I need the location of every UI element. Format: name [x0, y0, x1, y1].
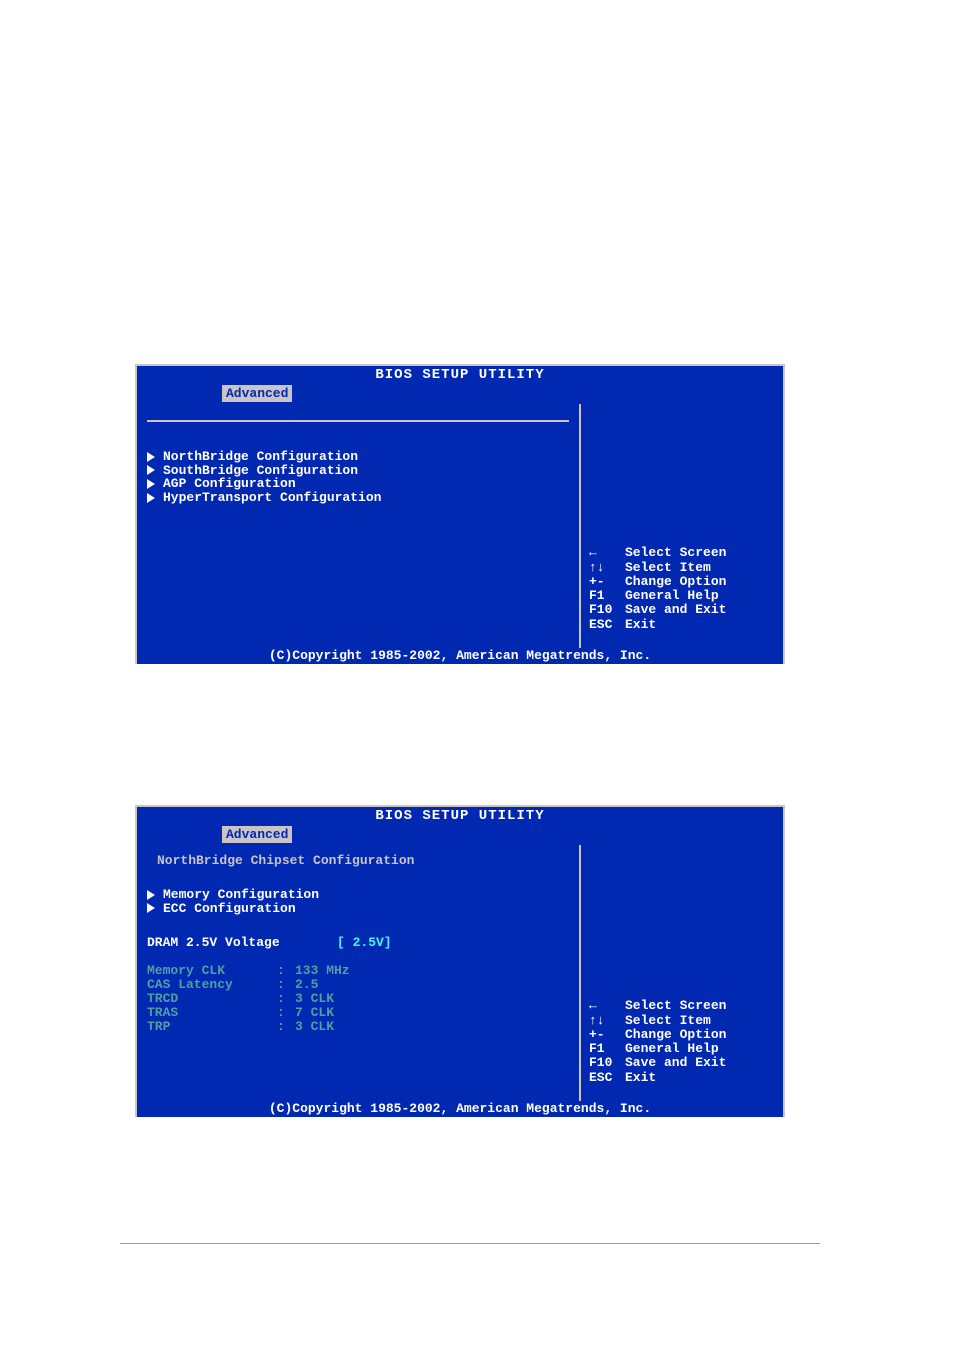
readout-cas-latency: CAS Latency:2.5	[147, 978, 569, 992]
help-select-screen: ←Select Screen	[589, 546, 775, 560]
triangle-icon	[147, 479, 155, 489]
help-save-exit: F10Save and Exit	[589, 1056, 775, 1070]
triangle-icon	[147, 890, 155, 900]
help-pane: ←Select Screen ↑↓Select Item +-Change Op…	[581, 404, 783, 648]
chipset-menu: NorthBridge Configuration SouthBridge Co…	[137, 404, 581, 648]
help-select-item: ↑↓Select Item	[589, 561, 775, 575]
triangle-icon	[147, 903, 155, 913]
option-dram-voltage[interactable]: DRAM 2.5V Voltage [ 2.5V]	[147, 935, 569, 950]
help-save-exit: F10Save and Exit	[589, 603, 775, 617]
help-change-option: +-Change Option	[589, 1028, 775, 1042]
tab-advanced[interactable]: Advanced	[222, 826, 292, 843]
triangle-icon	[147, 452, 155, 462]
triangle-icon	[147, 493, 155, 503]
menu-hypertransport[interactable]: HyperTransport Configuration	[147, 491, 569, 505]
help-general-help: F1General Help	[589, 1042, 775, 1056]
help-pane: ←Select Screen ↑↓Select Item +-Change Op…	[581, 845, 783, 1101]
help-exit: ESCExit	[589, 1071, 775, 1085]
readout-trcd: TRCD:3 CLK	[147, 992, 569, 1006]
bios-footer: (C)Copyright 1985-2002, American Megatre…	[137, 648, 783, 664]
tab-advanced[interactable]: Advanced	[222, 385, 292, 402]
page-rule	[120, 1243, 820, 1244]
help-change-option: +-Change Option	[589, 575, 775, 589]
bios-northbridge-screen: BIOS SETUP UTILITY Advanced NorthBridge …	[135, 805, 785, 1117]
option-value: [ 2.5V]	[337, 935, 392, 950]
menu-ecc-config[interactable]: ECC Configuration	[147, 902, 569, 916]
bios-chipset-screen: BIOS SETUP UTILITY Advanced NorthBridge …	[135, 364, 785, 664]
bios-footer: (C)Copyright 1985-2002, American Megatre…	[137, 1101, 783, 1117]
section-heading: NorthBridge Chipset Configuration	[157, 853, 569, 868]
menu-southbridge[interactable]: SouthBridge Configuration	[147, 464, 569, 478]
bios-title: BIOS SETUP UTILITY	[137, 807, 783, 825]
menu-memory-config[interactable]: Memory Configuration	[147, 888, 569, 902]
readout-memory-clk: Memory CLK:133 MHz	[147, 964, 569, 978]
triangle-icon	[147, 465, 155, 475]
help-select-item: ↑↓Select Item	[589, 1014, 775, 1028]
menu-agp[interactable]: AGP Configuration	[147, 477, 569, 491]
menu-northbridge[interactable]: NorthBridge Configuration	[147, 450, 569, 464]
help-select-screen: ←Select Screen	[589, 999, 775, 1013]
help-general-help: F1General Help	[589, 589, 775, 603]
help-exit: ESCExit	[589, 618, 775, 632]
readout-trp: TRP:3 CLK	[147, 1020, 569, 1034]
bios-title: BIOS SETUP UTILITY	[137, 366, 783, 384]
bios-tabs: Advanced	[137, 825, 783, 845]
northbridge-menu: NorthBridge Chipset Configuration Memory…	[137, 845, 581, 1101]
readout-tras: TRAS:7 CLK	[147, 1006, 569, 1020]
bios-tabs: Advanced	[137, 384, 783, 404]
